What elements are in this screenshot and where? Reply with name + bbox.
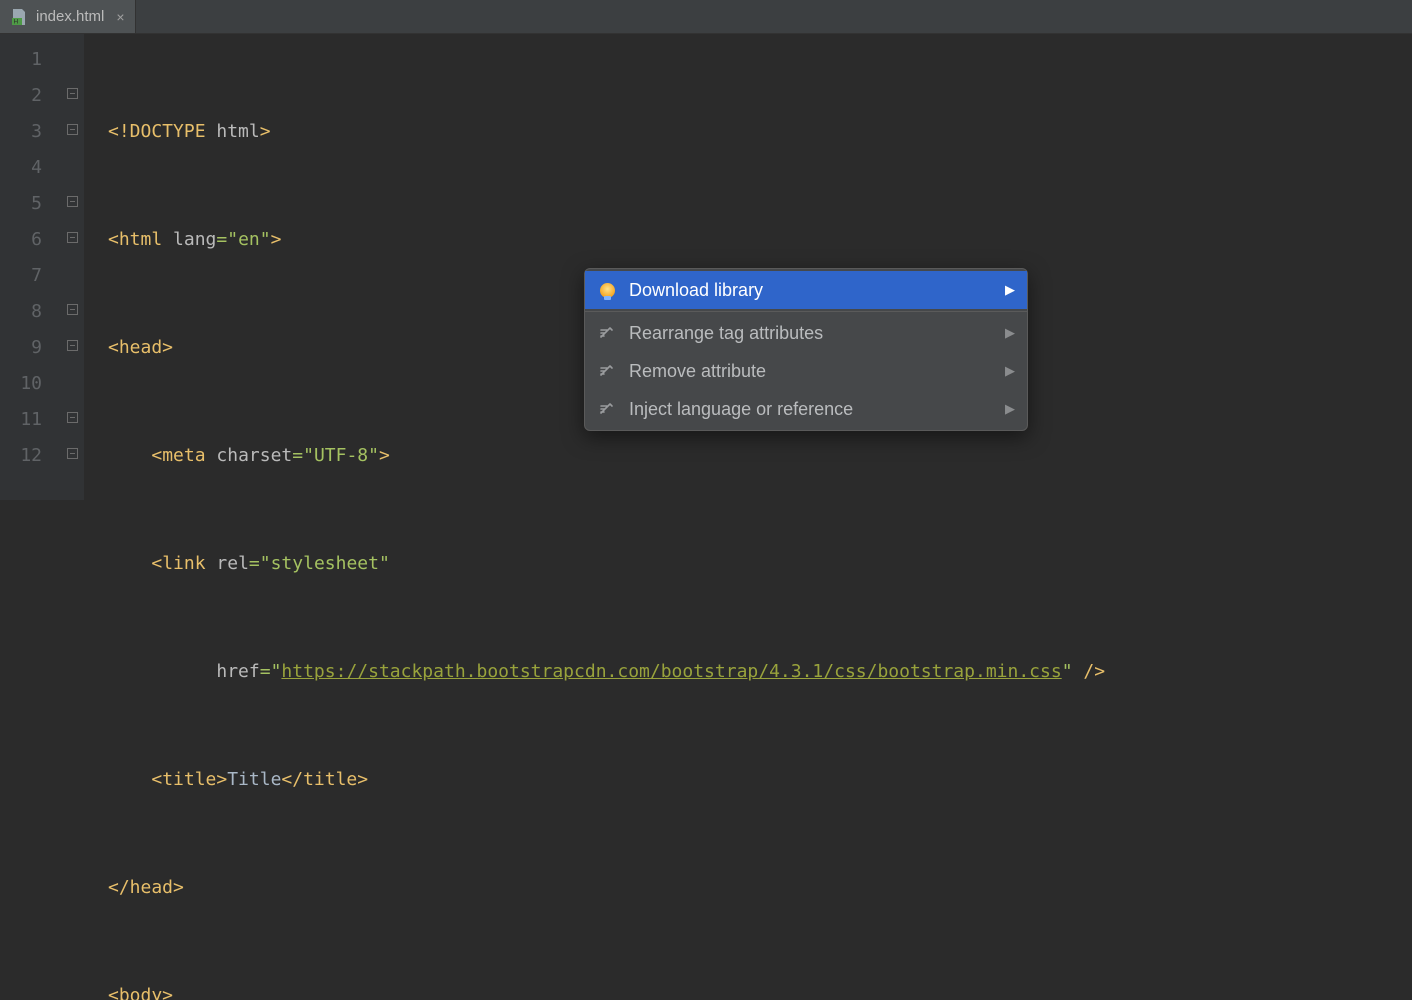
fold-toggle-icon[interactable] <box>67 448 78 459</box>
code-token: </title> <box>281 769 368 790</box>
code-token: <html <box>108 229 173 250</box>
code-token: rel <box>216 553 249 574</box>
code-token: <head> <box>108 337 173 358</box>
code-token: <!DOCTYPE <box>108 121 216 142</box>
code-token: " <box>271 661 282 682</box>
tab-filename: index.html <box>36 8 104 25</box>
code-token: lang <box>173 229 216 250</box>
popup-item-label: Remove attribute <box>629 361 766 382</box>
code-token: = <box>249 553 260 574</box>
wand-icon <box>597 362 617 380</box>
fold-toggle-icon[interactable] <box>67 196 78 207</box>
code-token: </head> <box>108 877 184 898</box>
fold-toggle-icon[interactable] <box>67 304 78 315</box>
line-number: 3 <box>0 114 42 150</box>
code-token: charset <box>216 445 292 466</box>
fold-toggle-icon[interactable] <box>67 232 78 243</box>
chevron-right-icon: ▶ <box>1005 282 1015 298</box>
fold-column <box>60 34 84 500</box>
code-token: /> <box>1073 661 1106 682</box>
code-token: > <box>271 229 282 250</box>
svg-text:H: H <box>14 18 19 25</box>
popup-separator <box>585 311 1027 312</box>
line-number: 9 <box>0 330 42 366</box>
code-token: Title <box>227 769 281 790</box>
code-token: = <box>292 445 303 466</box>
code-token: " <box>227 229 238 250</box>
code-token: stylesheet <box>271 553 379 574</box>
code-token: <link <box>151 553 216 574</box>
code-token: html <box>216 121 259 142</box>
chevron-right-icon: ▶ <box>1005 325 1015 341</box>
line-number: 2 <box>0 78 42 114</box>
code-token: = <box>260 661 271 682</box>
code-token: <meta <box>151 445 216 466</box>
fold-toggle-icon[interactable] <box>67 88 78 99</box>
popup-item-rearrange-attributes[interactable]: Rearrange tag attributes ▶ <box>585 314 1027 352</box>
close-icon[interactable]: × <box>116 9 124 25</box>
code-token: > <box>379 445 390 466</box>
code-token: <title> <box>151 769 227 790</box>
popup-item-label: Download library <box>629 280 763 301</box>
line-number: 1 <box>0 42 42 78</box>
popup-item-remove-attribute[interactable]: Remove attribute ▶ <box>585 352 1027 390</box>
line-number: 5 <box>0 186 42 222</box>
code-token: en <box>238 229 260 250</box>
wand-icon <box>597 400 617 418</box>
intention-actions-popup: Download library ▶ Rearrange tag attribu… <box>584 268 1028 431</box>
line-number: 6 <box>0 222 42 258</box>
code-token: > <box>260 121 271 142</box>
line-number: 8 <box>0 294 42 330</box>
line-number: 12 <box>0 438 42 474</box>
bulb-icon <box>597 283 617 298</box>
chevron-right-icon: ▶ <box>1005 363 1015 379</box>
code-token: <body> <box>108 985 173 1000</box>
code-token: " <box>260 229 271 250</box>
code-token: " <box>379 553 390 574</box>
line-number: 10 <box>0 366 42 402</box>
line-number: 4 <box>0 150 42 186</box>
html-file-icon: H <box>10 8 28 26</box>
line-number: 7 <box>0 258 42 294</box>
code-url-token: https://stackpath.bootstrapcdn.com/boots… <box>281 661 1061 682</box>
fold-toggle-icon[interactable] <box>67 412 78 423</box>
fold-toggle-icon[interactable] <box>67 124 78 135</box>
code-token: = <box>216 229 227 250</box>
file-tab[interactable]: H index.html × <box>0 0 136 33</box>
code-token: " <box>260 553 271 574</box>
code-token: " <box>368 445 379 466</box>
popup-item-download-library[interactable]: Download library ▶ <box>585 271 1027 309</box>
line-number: 11 <box>0 402 42 438</box>
popup-item-label: Inject language or reference <box>629 399 853 420</box>
code-token: " <box>303 445 314 466</box>
code-token: href <box>216 661 259 682</box>
tab-bar: H index.html × <box>0 0 1412 34</box>
popup-item-inject-language[interactable]: Inject language or reference ▶ <box>585 390 1027 428</box>
code-token: UTF-8 <box>314 445 368 466</box>
code-token: " <box>1062 661 1073 682</box>
fold-toggle-icon[interactable] <box>67 340 78 351</box>
chevron-right-icon: ▶ <box>1005 401 1015 417</box>
line-number-gutter: 1 2 3 4 5 6 7 8 9 10 11 12 <box>0 34 60 500</box>
popup-item-label: Rearrange tag attributes <box>629 323 823 344</box>
wand-icon <box>597 324 617 342</box>
